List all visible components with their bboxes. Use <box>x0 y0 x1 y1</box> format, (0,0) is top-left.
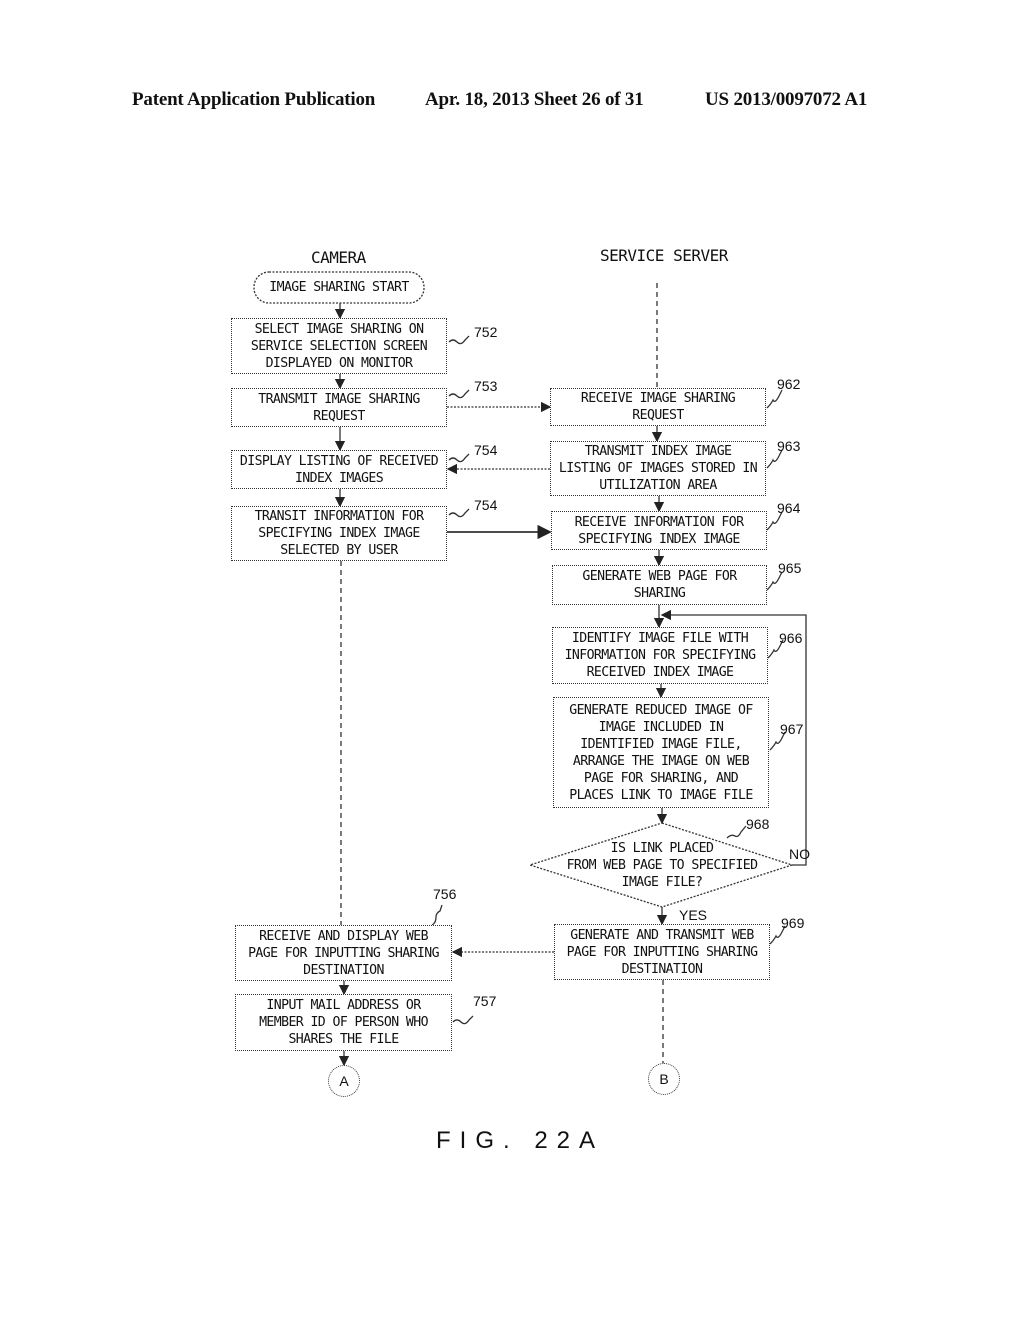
step-757: INPUT MAIL ADDRESS OR MEMBER ID OF PERSO… <box>235 994 452 1051</box>
step-962: RECEIVE IMAGE SHARING REQUEST <box>550 388 766 426</box>
lane-title-camera: CAMERA <box>311 248 366 267</box>
ref-967: 967 <box>780 721 804 737</box>
decision-no-label: NO <box>789 846 810 862</box>
leader-968 <box>726 825 747 839</box>
leader-753 <box>448 389 470 399</box>
ref-966: 966 <box>779 630 803 646</box>
step-756: RECEIVE AND DISPLAY WEB PAGE FOR INPUTTI… <box>235 925 452 981</box>
ref-756: 756 <box>433 886 457 902</box>
ref-753: 753 <box>474 378 498 394</box>
figure-label: FIG. 22A <box>436 1127 605 1154</box>
leader-757 <box>452 1015 474 1025</box>
ref-969: 969 <box>781 915 805 931</box>
connector-a: A <box>328 1065 360 1097</box>
step-965: GENERATE WEB PAGE FOR SHARING <box>552 565 767 605</box>
leader-962 <box>766 389 783 409</box>
ref-964: 964 <box>777 500 801 516</box>
ref-963: 963 <box>777 438 801 454</box>
step-964: RECEIVE INFORMATION FOR SPECIFYING INDEX… <box>551 511 767 550</box>
ref-754a: 754 <box>474 442 498 458</box>
step-969: GENERATE AND TRANSMIT WEB PAGE FOR INPUT… <box>554 924 770 980</box>
step-753: TRANSMIT IMAGE SHARING REQUEST <box>231 388 447 427</box>
start-terminal-label: IMAGE SHARING START <box>269 280 409 295</box>
ref-754b: 754 <box>474 497 498 513</box>
ref-752: 752 <box>474 324 498 340</box>
ref-965: 965 <box>778 560 802 576</box>
decision-968-text: IS LINK PLACED FROM WEB PAGE TO SPECIFIE… <box>566 841 758 890</box>
decision-yes-label: YES <box>679 907 708 923</box>
step-963: TRANSMIT INDEX IMAGE LISTING OF IMAGES S… <box>550 441 766 496</box>
step-967: GENERATE REDUCED IMAGE OF IMAGE INCLUDED… <box>553 697 769 808</box>
connector-b: B <box>648 1063 680 1095</box>
ref-968: 968 <box>746 816 770 832</box>
leader-756 <box>431 904 443 926</box>
step-754b: TRANSIT INFORMATION FOR SPECIFYING INDEX… <box>231 506 447 561</box>
step-966: IDENTIFY IMAGE FILE WITH INFORMATION FOR… <box>552 627 768 684</box>
step-752: SELECT IMAGE SHARING ON SERVICE SELECTIO… <box>231 318 447 374</box>
ref-757: 757 <box>473 993 497 1009</box>
leader-754a <box>448 453 470 463</box>
leader-752 <box>448 335 470 345</box>
step-754a: DISPLAY LISTING OF RECEIVED INDEX IMAGES <box>231 450 447 489</box>
flowchart-connectors <box>253 271 807 1067</box>
ref-962: 962 <box>777 376 801 392</box>
lane-title-server: SERVICE SERVER <box>600 246 728 265</box>
leader-754b <box>448 508 470 518</box>
